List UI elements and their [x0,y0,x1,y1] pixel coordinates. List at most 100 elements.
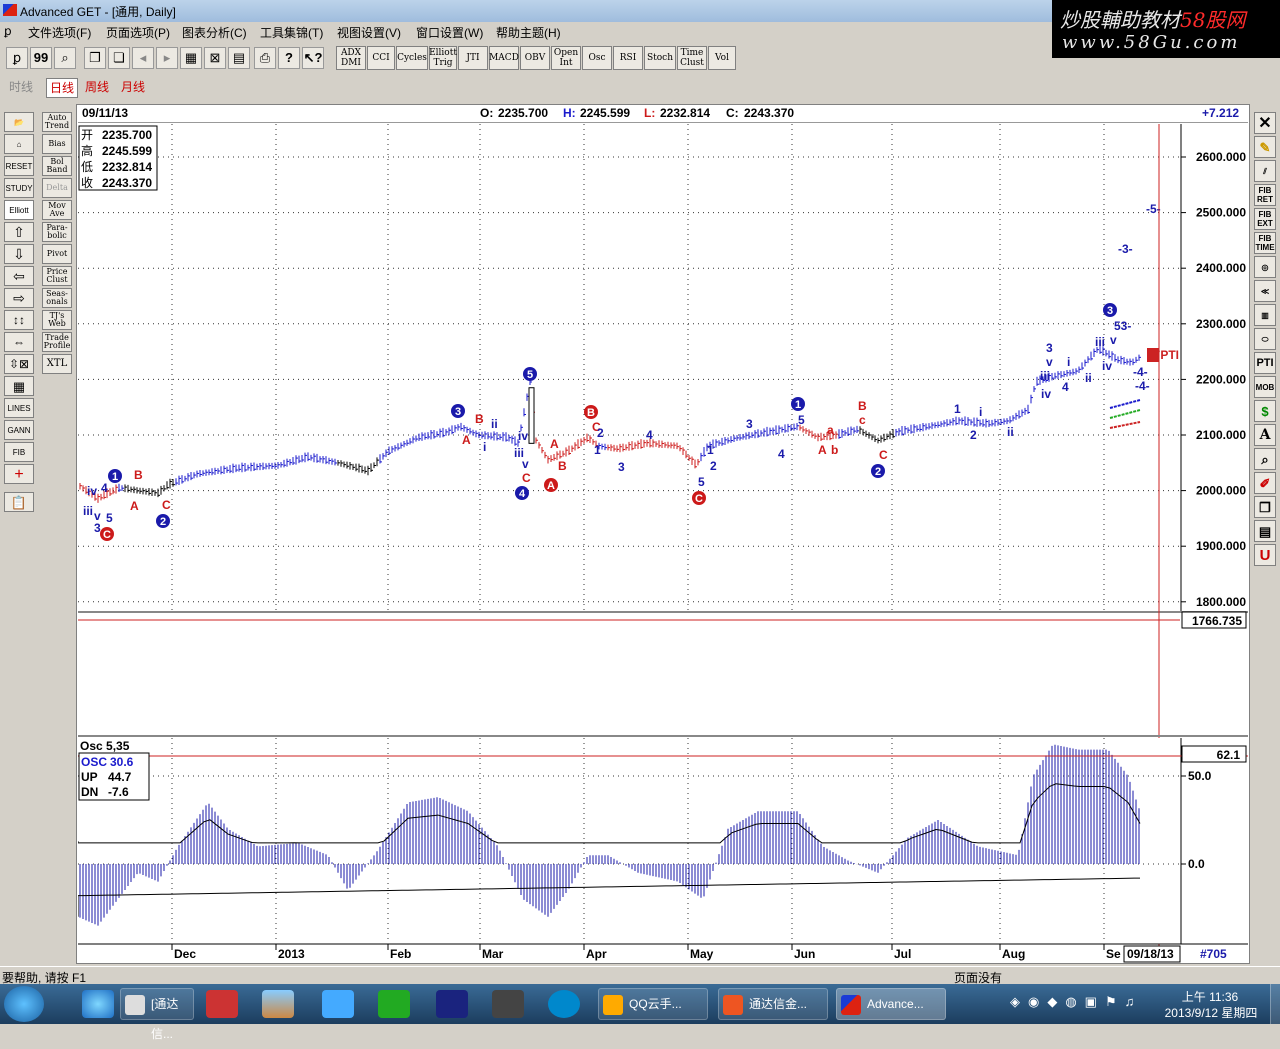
tab-daily[interactable]: 日线 [46,78,79,98]
fib-ext-button[interactable]: FIB EXT [1254,208,1276,230]
tab-monthly[interactable]: 月线 [118,78,148,98]
xtl-button[interactable]: XTL [42,354,72,374]
vol-button[interactable]: Vol [708,46,736,70]
zoom-icon[interactable]: ⇳⊠ [4,354,34,374]
crosshair-icon[interactable]: + [4,464,34,484]
arrow-right-icon[interactable]: ⇨ [4,288,34,308]
mob-button[interactable]: MOB [1254,376,1276,398]
arrow-left-icon[interactable]: ⇦ [4,266,34,286]
tj-web-button[interactable]: TJ's Web [42,310,72,330]
bias-button[interactable]: Bias [42,134,72,154]
task-advanced-get[interactable]: Advance... [836,988,946,1020]
study-button[interactable]: STUDY [4,178,34,198]
printer-icon[interactable]: ⎙ [254,47,276,69]
system-tray-icons[interactable]: ◈◉◆◍▣⚑♫ [1010,994,1150,1014]
table-icon[interactable]: ▦ [4,376,34,396]
gann-button[interactable]: GANN [4,420,34,440]
photoshop-icon[interactable] [436,990,468,1018]
task-tdx-1[interactable]: [通达信... [120,988,194,1041]
trade-profile-button[interactable]: Trade Profile [42,332,72,352]
pivot-button[interactable]: Pivot [42,244,72,264]
fib-button[interactable]: FIB [4,442,34,462]
fib-ret-button[interactable]: FIB RET [1254,184,1276,206]
pen-icon[interactable] [206,990,238,1018]
menu-page[interactable]: 页面选项(P) [106,24,170,41]
osc-button[interactable]: Osc [582,46,612,70]
arrow-down-icon[interactable]: ⇩ [4,244,34,264]
tab-hourly[interactable]: 时线 [6,78,36,98]
copy-all-icon[interactable]: ❏ [108,47,130,69]
time-clust-button[interactable]: Time Clust [677,46,707,70]
seasonals-button[interactable]: Seas-onals [42,288,72,308]
qq-icon[interactable] [378,990,410,1018]
elliott-trig-button[interactable]: Elliott Trig [429,46,457,70]
menu-tools[interactable]: 工具集锦(T) [260,24,323,41]
show-desktop-button[interactable] [1270,984,1280,1024]
expand-icon[interactable]: ↕↕ [4,310,34,330]
macd-button[interactable]: MACD [489,46,519,70]
parabolic-button[interactable]: Para-bolic [42,222,72,242]
mov-ave-button[interactable]: Mov Ave [42,200,72,220]
copy-chart-icon[interactable]: ❐ [1254,496,1276,518]
menu-help[interactable]: 帮助主题(H) [496,24,561,41]
price-chart-svg[interactable]: iviii v345ABCAB iiiiviiivCABC2134125345aA b… [78,124,1248,964]
trend-lines-icon[interactable]: ⫽ [1254,160,1276,182]
grid-icon[interactable]: ▦ [180,47,202,69]
task-tdx-2[interactable]: 通达信金... [718,988,828,1020]
open-int-button[interactable]: Open Int [551,46,581,70]
forward-icon[interactable]: ▸ [156,47,178,69]
sogou-icon[interactable] [548,990,580,1018]
rsi-button[interactable]: RSI [613,46,643,70]
cycles-button[interactable]: Cycles [396,46,428,70]
ellipse-icon[interactable]: ⬭ [1254,328,1276,350]
tab-weekly[interactable]: 周线 [82,78,112,98]
task-qq-cloud[interactable]: QQ云手... [598,988,708,1020]
channel-icon[interactable]: ▥ [1254,304,1276,326]
clipboard-icon[interactable]: 📋 [4,492,34,512]
pencil-icon[interactable]: ✎ [1254,136,1276,158]
context-help-icon[interactable]: ↖? [302,47,324,69]
menu-view[interactable]: 视图设置(V) [337,24,401,41]
delta-button[interactable]: Delta [42,178,72,198]
obv-button[interactable]: OBV [520,46,550,70]
bird-icon[interactable] [322,990,354,1018]
fib-circle-icon[interactable]: ◎ [1254,256,1276,278]
ie-icon[interactable] [82,990,114,1018]
grid-alt-icon[interactable]: ▤ [228,47,250,69]
lines-button[interactable]: LINES [4,398,34,418]
bol-band-button[interactable]: Bol Band [42,156,72,176]
price-clust-button[interactable]: Price Clust [42,266,72,286]
menu-file[interactable]: 文件选项(F) [28,24,91,41]
close-x-icon[interactable]: ✕ [1254,112,1276,134]
open-folder-icon[interactable]: 📂 [4,112,34,132]
pti-button[interactable]: PTI [1254,352,1276,374]
dollar-icon[interactable]: $ [1254,400,1276,422]
elliott-button[interactable]: Elliott [4,200,34,220]
help-icon[interactable]: ? [278,47,300,69]
reset-button[interactable]: RESET [4,156,34,176]
arrow-up-icon[interactable]: ⇧ [4,222,34,242]
back-icon[interactable]: ◂ [132,47,154,69]
search-icon[interactable]: ⌕ [54,47,76,69]
map-icon[interactable] [262,990,294,1018]
adx-dmi-button[interactable]: ADX DMI [336,46,366,70]
fib-time-button[interactable]: FIB TIME [1254,232,1276,254]
compress-icon[interactable]: ⇔ [4,332,34,352]
menu-chart-analysis[interactable]: 图表分析(C) [182,24,247,41]
start-button[interactable] [4,986,44,1022]
menu-window[interactable]: 窗口设置(W) [416,24,483,41]
menu-pin-icon[interactable]: ꝑ [4,24,12,38]
stoch-button[interactable]: Stoch [644,46,676,70]
copy-icon[interactable]: ❐ [84,47,106,69]
grid-x-icon[interactable]: ⊠ [204,47,226,69]
magnifier-icon[interactable]: ⌕ [1254,448,1276,470]
book-icon[interactable]: ▤ [1254,520,1276,542]
quote-icon[interactable]: 99 [30,47,52,69]
jti-button[interactable]: JTI [458,46,488,70]
undo-u-icon[interactable]: U [1254,544,1276,566]
scan-icon[interactable]: ⌂ [4,134,34,154]
eraser-icon[interactable]: ✐ [1254,472,1276,494]
pin-icon[interactable]: ꝑ [6,47,28,69]
camera-icon[interactable] [492,990,524,1018]
fan-icon[interactable]: ≪ [1254,280,1276,302]
